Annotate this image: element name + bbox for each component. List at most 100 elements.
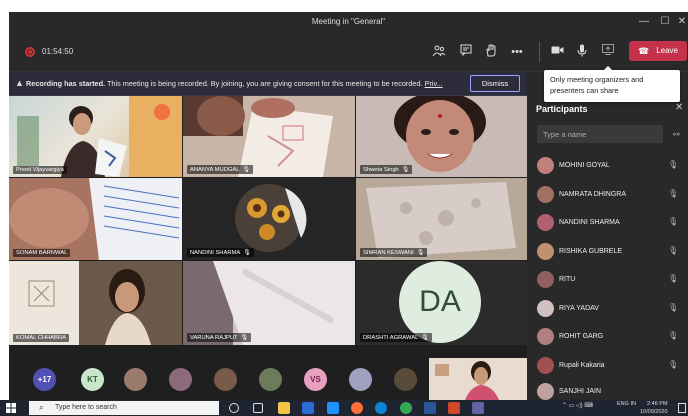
avatar[interactable] [169,368,192,391]
avatar[interactable]: VS [304,368,327,391]
participant-name: ROHIT GARG [559,333,604,340]
people-icon[interactable] [431,44,447,60]
firefox-icon[interactable] [351,402,363,414]
video-tile[interactable]: NANDINI SHARMA 🎙 [183,178,355,260]
participant-name: MOHINI GOYAL [559,162,610,169]
share-tray-icon[interactable] [600,44,616,60]
avatar[interactable] [349,368,372,391]
task-view-icon[interactable] [253,403,263,413]
participant-name-label: NANDINI SHARMA 🎙 [187,248,254,257]
recording-icon [25,47,35,57]
participants-panel: Participants ✕ ⚯ MOHINI GOYAL 🎙 NAMRATA … [527,72,688,400]
chrome-icon[interactable] [400,402,412,414]
participant-row[interactable]: MOHINI GOYAL 🎙 [537,152,685,180]
panel-title: Participants [536,104,588,114]
file-explorer-icon[interactable] [278,402,290,414]
video-tile[interactable]: ANANYA MUDGAL 🎙 [183,96,355,177]
overflow-participants-strip: +17 KT VS [9,358,527,400]
cortana-icon[interactable] [229,403,239,413]
video-tile[interactable]: SIMRAN KESWANI 🎙 [356,178,527,260]
participant-row[interactable]: RISHIKA GUBRELE 🎙 [537,238,685,266]
video-tile[interactable]: Shweta Singh 🎙 [356,96,527,177]
mic-icon[interactable] [574,44,590,60]
avatar[interactable] [214,368,237,391]
teams-icon[interactable] [472,402,484,414]
language-indicator[interactable]: ENG IN [617,400,636,408]
avatar [537,157,554,174]
share-disabled-tooltip: Only meeting organizers and presenters c… [544,66,680,102]
store-icon[interactable] [302,402,314,414]
mic-off-icon: 🎙 [668,274,679,283]
taskbar-search-box[interactable]: ⌕ Type here to search [29,401,219,415]
avatar[interactable] [394,368,417,391]
edge-icon[interactable] [375,402,387,414]
mic-off-icon: 🎙 [668,360,679,369]
video-tile[interactable]: KOMAL CHHABRA [9,261,182,345]
mail-icon[interactable] [327,402,339,414]
clock-date: 10/09/2020 [640,409,668,415]
chat-icon[interactable] [458,44,474,60]
notifications-icon[interactable] [678,403,686,413]
participant-name-label: VARUNA RAJPUT 🎙 [187,333,252,342]
close-icon[interactable]: ✕ [675,102,683,113]
participant-row[interactable]: ROHIT GARG 🎙 [537,323,685,351]
overflow-count[interactable]: +17 [33,368,56,391]
camera-icon[interactable] [549,44,565,60]
participant-row[interactable]: RITU 🎙 [537,266,685,294]
video-tile[interactable]: Preeti Vijayvargiya [9,96,182,177]
dismiss-button[interactable]: Dismiss [470,75,520,92]
participant-search-input[interactable] [537,125,663,143]
tile-name: VARUNA RAJPUT [190,335,238,341]
windows-start-icon[interactable] [6,403,16,413]
windows-taskbar: ⌕ Type here to search ⌃ ▭ ◁) ⌨ ENG IN 2:… [0,400,688,416]
avatar[interactable]: KT [81,368,104,391]
self-preview-video[interactable] [429,358,527,400]
mic-off-icon: 🎙 [668,189,679,198]
list-options-icon[interactable]: ⚯ [673,130,680,139]
video-tile[interactable]: SONAM BARNWAL [9,178,182,260]
avatar [537,214,554,231]
leave-button[interactable]: ☎ Leave [629,41,687,61]
tile-name: NANDINI SHARMA [190,250,241,256]
clock-time: 2:46 PM [647,401,668,407]
close-window-button[interactable]: ✕ [674,15,688,29]
participant-row[interactable]: NANDINI SHARMA 🎙 [537,209,685,237]
recording-banner: ▲ Recording has started. This meeting is… [9,72,527,96]
avatar[interactable] [124,368,147,391]
search-icon: ⌕ [39,403,44,412]
participant-row[interactable]: NAMRATA DHINGRA 🎙 [537,181,685,209]
video-tile[interactable]: VARUNA RAJPUT 🎙 [183,261,355,345]
tile-name: Shweta Singh [363,167,399,173]
more-icon[interactable]: ••• [509,44,525,60]
privacy-link[interactable]: Priv... [425,79,443,88]
mic-icon: 🎙 [421,335,429,341]
avatar [537,186,554,203]
avatar [537,243,554,260]
powerpoint-icon[interactable] [448,402,460,414]
meeting-timer: 01:54:50 [42,47,74,56]
mic-icon: 🎙 [416,250,425,256]
participant-name: Rupali Kakaria [559,362,605,369]
participant-name: RIYA YADAV [559,305,599,312]
minimize-button[interactable]: — [636,15,652,29]
system-tray-icons[interactable]: ⌃ ▭ ◁) ⌨ [562,402,593,409]
word-icon[interactable] [424,402,436,414]
participant-name-label: Preeti Vijayvargiya [13,166,67,174]
mic-off-icon: 🎙 [668,160,679,169]
participant-row[interactable]: RIYA YADAV 🎙 [537,295,685,323]
mic-off-icon: 🎙 [668,331,679,340]
participant-name: RISHIKA GUBRELE [559,248,623,255]
avatar [537,357,554,374]
phone-hangup-icon: ☎ [638,46,650,56]
clock[interactable]: 2:46 PM 10/09/2020 [640,400,668,416]
video-tile[interactable]: DA DRASHTI AGRAWAL 🎙 [356,261,527,345]
participant-row[interactable]: SANJHI JAIN [537,378,685,400]
avatar[interactable] [259,368,282,391]
maximize-button[interactable]: ☐ [657,15,673,29]
participant-row[interactable]: Rupali Kakaria 🎙 [537,352,685,380]
raise-hand-icon[interactable] [483,44,499,60]
participant-name-label: SIMRAN KESWANI 🎙 [360,248,428,257]
taskbar-search-placeholder: Type here to search [55,404,117,411]
leave-label: Leave [656,46,678,55]
participant-name: SANJHI JAIN [559,388,602,395]
